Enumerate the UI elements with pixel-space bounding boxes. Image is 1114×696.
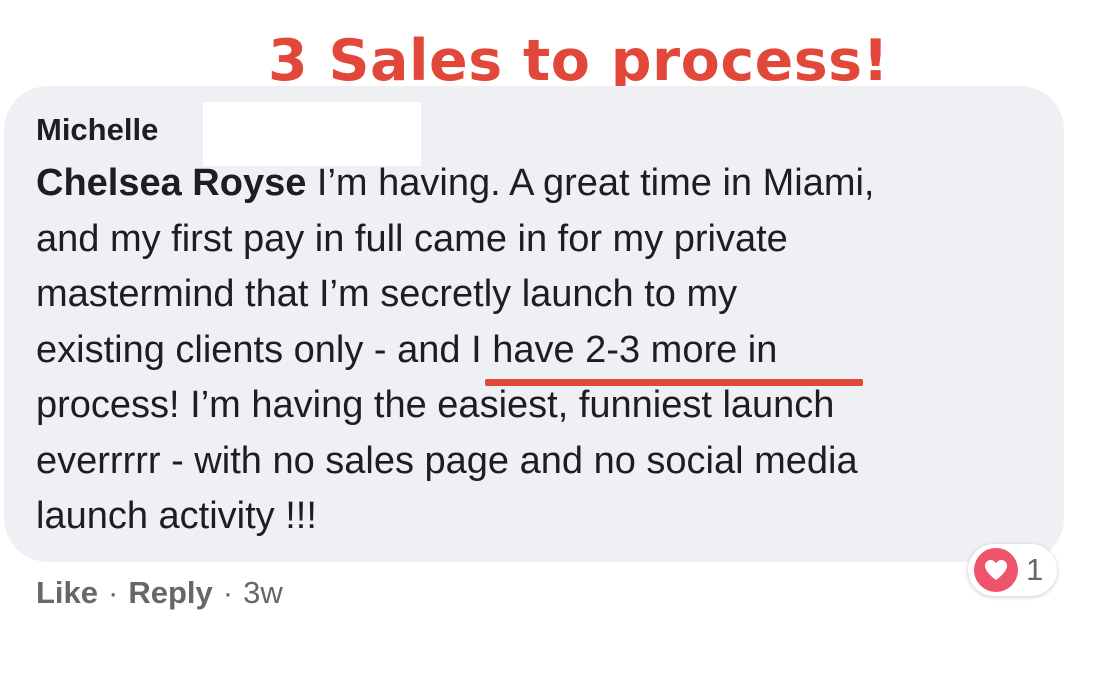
heart-icon-glyph	[985, 560, 1007, 580]
mention-link[interactable]: Chelsea Royse	[36, 162, 306, 204]
comment-author-row: Michelle	[36, 108, 158, 152]
comment-timestamp[interactable]: 3w	[243, 575, 283, 611]
page: 3 Sales to process! Michelle Chelsea Roy…	[0, 0, 1114, 696]
comment-line: existing clients only - and I have 2-3 m…	[36, 328, 778, 371]
heart-icon	[974, 548, 1018, 592]
separator-dot: ·	[222, 575, 234, 610]
highlight-underline	[485, 379, 863, 386]
comment-author-name[interactable]: Michelle	[36, 112, 158, 148]
separator-dot: ·	[108, 575, 119, 610]
comment-actions: Like · Reply · 3w	[36, 570, 283, 616]
comment-line: Chelsea Royse I’m having. A great time i…	[36, 156, 1046, 212]
comment-line: launch activity !!!	[36, 495, 317, 537]
like-button[interactable]: Like	[36, 575, 98, 611]
reaction-badge[interactable]: 1	[968, 544, 1058, 596]
comment-line-text: I’m having. A great time in Miami,	[306, 162, 875, 204]
comment-line: mastermind that I’m secretly launch to m…	[36, 273, 738, 315]
comment-line: everrrrr - with no sales page and no soc…	[36, 439, 858, 482]
comment-line: process! I’m having the easiest, funnies…	[36, 384, 835, 426]
reply-button[interactable]: Reply	[128, 575, 212, 611]
comment-text: Chelsea Royse I’m having. A great time i…	[36, 156, 1046, 545]
comment-line: and my first pay in full came in for my …	[36, 217, 788, 260]
reaction-count: 1	[1026, 552, 1044, 587]
